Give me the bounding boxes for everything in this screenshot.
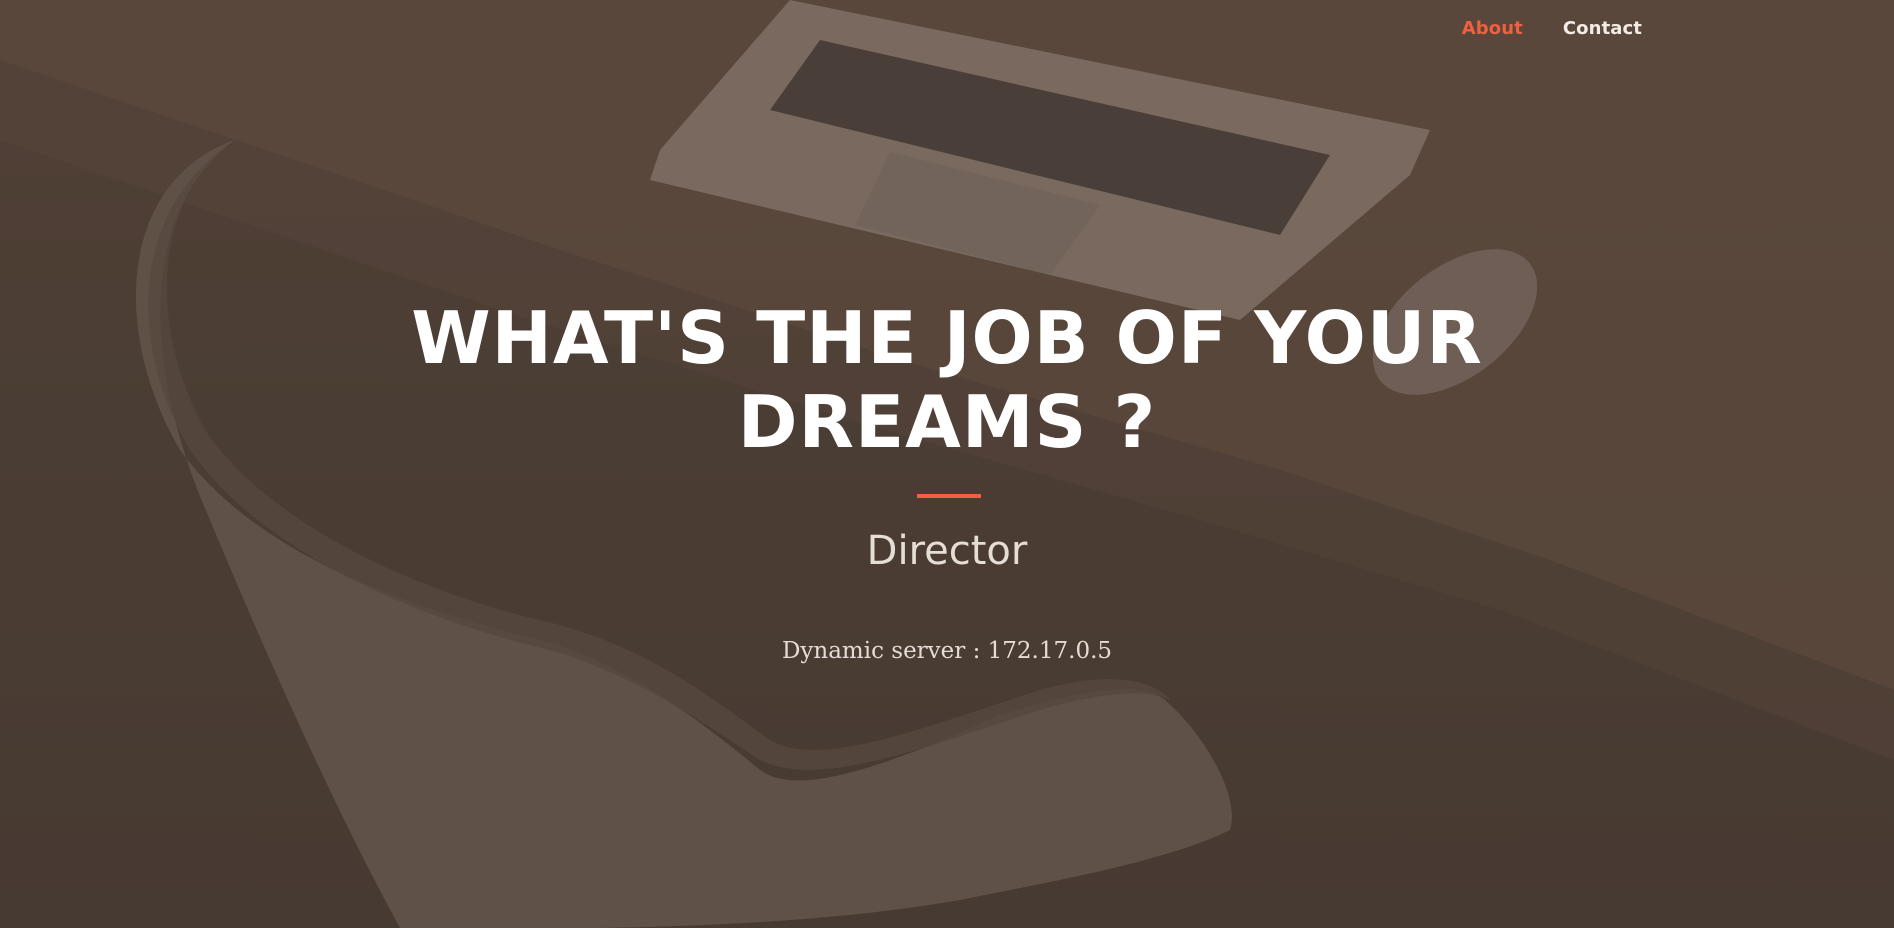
nav-about-link[interactable]: About xyxy=(1462,18,1523,39)
hero-section: About Contact WHAT'S THE JOB OF YOUR DRE… xyxy=(0,0,1894,928)
headline-line-1: WHAT'S THE JOB OF YOUR xyxy=(411,296,1483,380)
page-title: WHAT'S THE JOB OF YOUR DREAMS ? xyxy=(0,296,1894,464)
title-divider xyxy=(917,494,981,498)
dark-overlay xyxy=(0,0,1894,928)
headline-line-2: DREAMS ? xyxy=(737,380,1157,464)
job-title: Director xyxy=(866,528,1028,574)
top-nav: About Contact xyxy=(1462,18,1642,39)
server-info: Dynamic server : 172.17.0.5 xyxy=(781,638,1113,664)
nav-contact-link[interactable]: Contact xyxy=(1563,18,1642,39)
